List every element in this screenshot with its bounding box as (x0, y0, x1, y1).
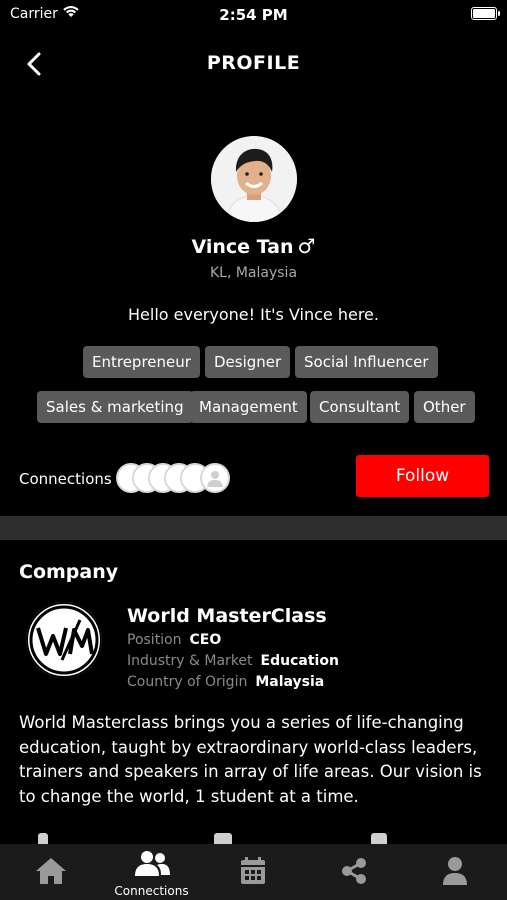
info-value: CEO (189, 632, 222, 648)
home-icon (35, 858, 66, 884)
company-links-row (0, 830, 507, 844)
status-bar: Carrier 2:54 PM (0, 0, 507, 30)
battery-icon (471, 7, 500, 20)
tab-events[interactable] (202, 844, 303, 900)
company-description: World Masterclass brings you a series of… (19, 713, 482, 806)
company-heading: Company (19, 561, 119, 583)
tab-connections[interactable]: Connections (101, 844, 202, 900)
profile-name-row: Vince Tan ♂ (0, 234, 507, 258)
connections-avatars[interactable] (116, 463, 236, 495)
tab-home[interactable] (0, 844, 101, 900)
user-icon (442, 857, 467, 885)
tag-chip: Other (414, 391, 475, 423)
tag-chip: Consultant (310, 391, 410, 423)
info-label: Position (127, 632, 182, 648)
tab-label: Connections (114, 884, 189, 898)
email-icon[interactable] (214, 833, 232, 844)
tag-chip: Management (190, 391, 307, 423)
tag-chip: Entrepreneur (83, 346, 200, 378)
info-value: Education (260, 653, 339, 669)
profile-name: Vince Tan (191, 236, 294, 258)
info-label: Industry & Market (127, 653, 253, 669)
profile-location: KL, Malaysia (209, 265, 298, 281)
connections-label: Connections (19, 470, 112, 488)
profile-avatar (211, 136, 297, 222)
company-industry-row: Industry & Market Education (127, 653, 339, 669)
section-divider (0, 516, 507, 540)
tab-share[interactable] (303, 844, 404, 900)
user-placeholder-icon (207, 471, 223, 487)
tab-bar: Connections (0, 844, 507, 900)
follow-button[interactable]: Follow (356, 455, 489, 497)
profile-bio: Hello everyone! It's Vince here. (128, 305, 379, 324)
connection-avatar (200, 463, 230, 493)
tag-chip: Sales & marketing (37, 391, 193, 423)
company-country-row: Country of Origin Malaysia (127, 674, 324, 690)
website-icon[interactable] (371, 833, 387, 844)
company-logo (26, 602, 102, 678)
tag-chip: Social Influencer (295, 346, 438, 378)
male-icon: ♂ (297, 234, 316, 258)
share-icon (341, 858, 366, 884)
tab-profile[interactable] (404, 844, 505, 900)
company-name: World MasterClass (127, 605, 327, 627)
page-title: PROFILE (206, 52, 301, 74)
calendar-icon (240, 857, 265, 884)
nav-bar: PROFILE (0, 40, 507, 88)
info-label: Country of Origin (127, 674, 248, 690)
tag-chip: Designer (205, 346, 291, 378)
company-position-row: Position CEO (127, 632, 221, 648)
phone-icon[interactable] (38, 833, 48, 844)
status-time: 2:54 PM (219, 6, 288, 24)
people-icon (134, 851, 170, 876)
info-value: Malaysia (255, 674, 325, 690)
